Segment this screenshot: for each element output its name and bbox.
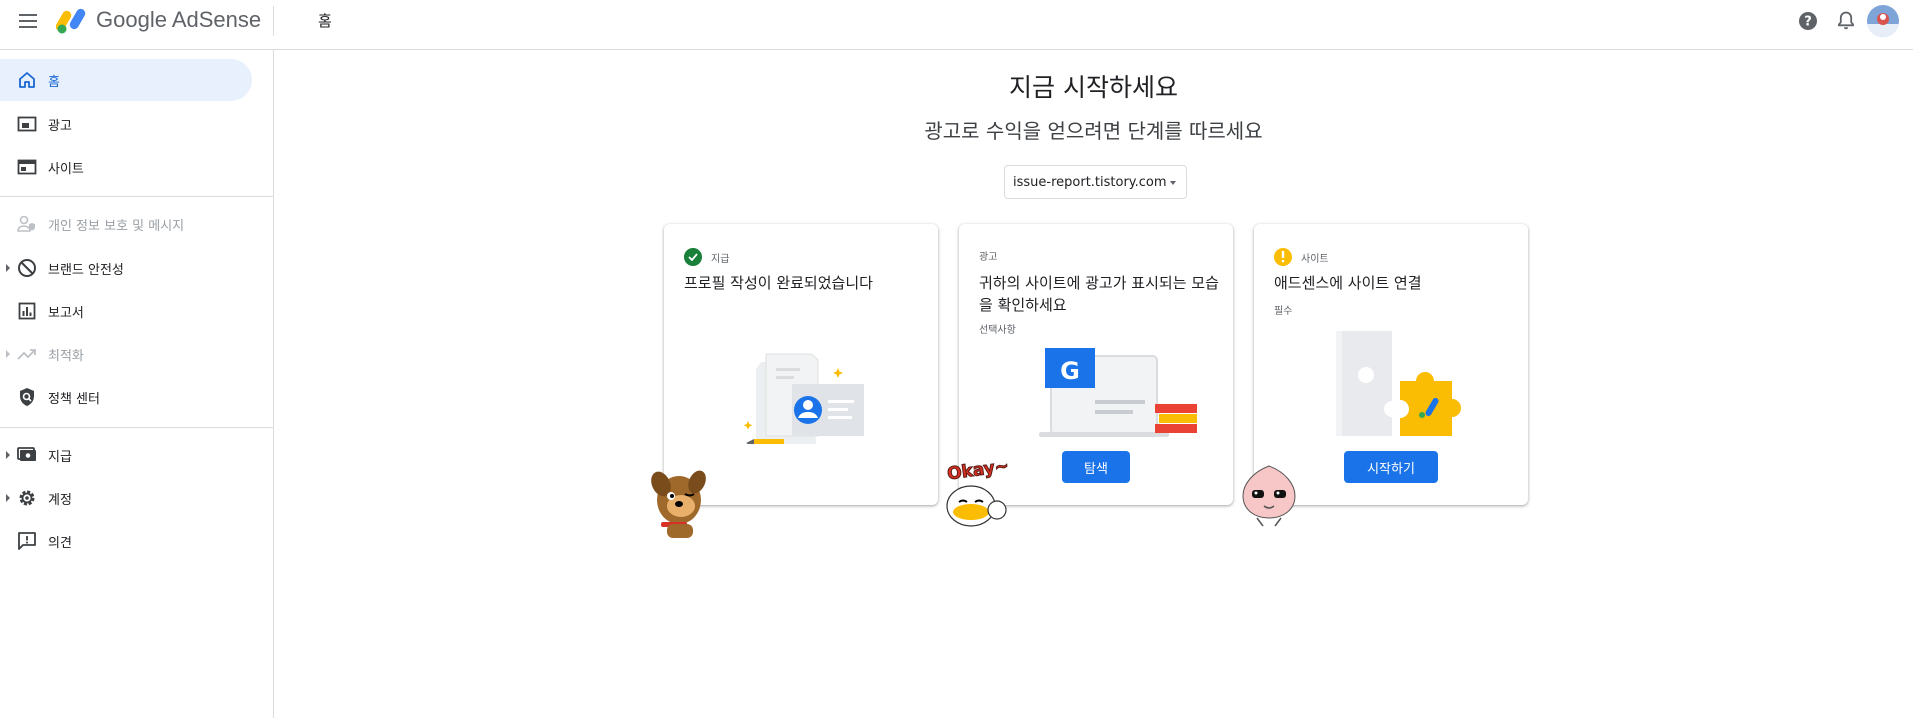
- sidebar-item-label: 홈: [48, 74, 60, 90]
- card-status: 지급: [684, 248, 729, 266]
- card-optional-note: 선택사항: [979, 325, 1016, 336]
- sidebar: 홈 광고 사이트 개인 정보 보호 및 메시지 브랜드 안전성 보고서 최적화 …: [0, 50, 274, 718]
- avatar-image-icon: [1867, 5, 1899, 37]
- top-bar: Google AdSense 홈 ?: [0, 0, 1913, 50]
- duck-sticker-icon: Okay~: [946, 458, 1011, 527]
- adsense-logo[interactable]: Google AdSense: [56, 6, 261, 34]
- puzzle-illustration-icon: [1336, 331, 1461, 436]
- svg-text:G: G: [1060, 357, 1080, 385]
- account-avatar[interactable]: [1867, 5, 1899, 37]
- help-icon: ?: [1799, 12, 1817, 30]
- dropdown-arrow-icon: [1170, 181, 1176, 185]
- home-icon: [17, 70, 37, 90]
- card-title: 귀하의 사이트에 광고가 표시되는 모습을 확인하세요: [979, 274, 1219, 314]
- warning-circle-icon: [1274, 248, 1292, 266]
- sidebar-item-label: 계정: [48, 492, 72, 508]
- policy-shield-icon: [17, 387, 37, 407]
- sidebar-item-label: 의견: [48, 535, 72, 551]
- sidebar-item-label: 정책 센터: [48, 391, 100, 407]
- feedback-icon: [17, 531, 37, 551]
- expand-caret-icon: [6, 350, 10, 358]
- block-icon: [17, 258, 37, 278]
- sidebar-item-feedback[interactable]: 의견: [0, 520, 252, 562]
- help-button[interactable]: ?: [1795, 8, 1821, 34]
- sidebar-item-label: 지급: [48, 449, 72, 465]
- page-title: 홈: [318, 12, 332, 30]
- sidebar-item-label: 브랜드 안전성: [48, 262, 124, 278]
- page-heading: 지금 시작하세요: [1009, 73, 1178, 102]
- sidebar-item-policy-center[interactable]: 정책 센터: [0, 376, 252, 418]
- sidebar-item-ads[interactable]: 광고: [0, 103, 252, 145]
- topbar-divider: [273, 6, 274, 36]
- okay-sticker-text: Okay~: [946, 458, 1010, 485]
- sidebar-item-label: 보고서: [48, 305, 84, 321]
- payments-icon: [17, 445, 37, 465]
- card-title: 프로필 작성이 완료되었습니다: [684, 274, 873, 292]
- hamburger-menu-icon: [19, 14, 37, 28]
- gear-icon: [17, 488, 37, 508]
- reports-icon: [17, 301, 37, 321]
- privacy-icon: [17, 214, 37, 234]
- bell-icon: [1838, 11, 1854, 30]
- sites-icon: [17, 157, 37, 177]
- check-circle-icon: [684, 248, 702, 266]
- sidebar-item-sites[interactable]: 사이트: [0, 146, 252, 188]
- sidebar-item-privacy: 개인 정보 보호 및 메시지: [0, 203, 252, 245]
- card-required-note: 필수: [1274, 306, 1293, 317]
- sidebar-item-label: 개인 정보 보호 및 메시지: [48, 218, 185, 234]
- sidebar-item-brand-safety[interactable]: 브랜드 안전성: [0, 247, 252, 289]
- brand-name: Google AdSense: [96, 7, 262, 32]
- card-status: 사이트: [1274, 248, 1329, 266]
- page-subheading: 광고로 수익을 얻으려면 단계를 따르세요: [924, 119, 1263, 143]
- peach-sticker-icon: [1242, 465, 1296, 527]
- sidebar-item-payments[interactable]: 지급: [0, 434, 252, 476]
- expand-caret-icon: [6, 494, 10, 502]
- get-started-button[interactable]: 시작하기: [1344, 451, 1438, 483]
- sidebar-item-label: 광고: [48, 118, 72, 134]
- ads-icon: [17, 114, 37, 134]
- card-status-label: 지급: [711, 253, 730, 265]
- card-status-label: 사이트: [1301, 253, 1329, 265]
- site-selector-dropdown[interactable]: issue-report.tistory.com: [1004, 165, 1187, 199]
- dog-sticker-icon: [651, 470, 706, 538]
- trending-icon: [17, 344, 37, 364]
- profile-illustration-icon: [743, 353, 864, 444]
- adsense-logo-icon: [56, 8, 86, 34]
- sidebar-item-home[interactable]: 홈: [0, 59, 252, 101]
- svg-text:?: ?: [1804, 15, 1812, 30]
- sidebar-item-label: 사이트: [48, 161, 84, 177]
- ads-preview-illustration-icon: G: [1039, 348, 1197, 437]
- expand-caret-icon: [6, 264, 10, 272]
- notifications-button[interactable]: [1833, 8, 1859, 34]
- card-status-label: 광고: [979, 252, 998, 263]
- site-selector-value: issue-report.tistory.com: [1013, 174, 1167, 190]
- sidebar-item-reports[interactable]: 보고서: [0, 290, 252, 332]
- sidebar-item-optimization: 최적화: [0, 333, 252, 375]
- explore-button[interactable]: 탐색: [1062, 451, 1130, 483]
- sidebar-item-label: 최적화: [48, 348, 84, 364]
- card-status: 광고: [979, 248, 997, 263]
- card-title: 애드센스에 사이트 연결: [1274, 274, 1422, 292]
- sidebar-item-account[interactable]: 계정: [0, 477, 252, 519]
- main-menu-button[interactable]: [16, 9, 40, 33]
- expand-caret-icon: [6, 451, 10, 459]
- sidebar-divider: [0, 196, 274, 197]
- sidebar-divider: [0, 427, 274, 428]
